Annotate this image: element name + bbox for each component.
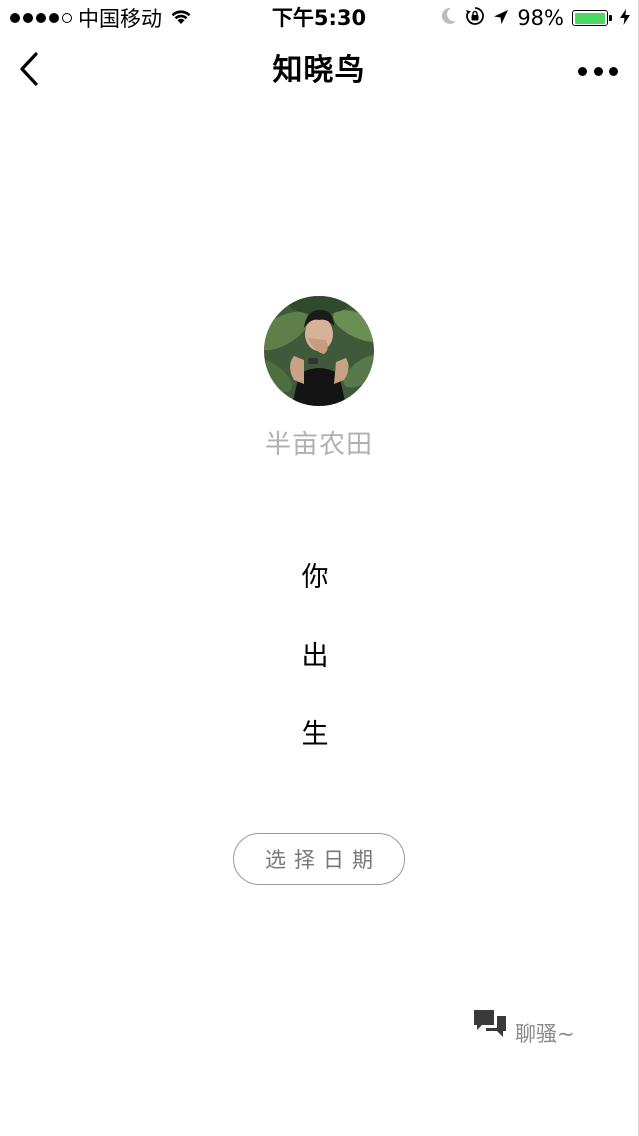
moon-icon xyxy=(441,6,457,30)
battery-body xyxy=(572,10,608,26)
battery-fill xyxy=(574,12,605,24)
rotation-lock-icon xyxy=(465,6,485,31)
user-name: 半亩农田 xyxy=(264,430,373,460)
status-right: 98% xyxy=(441,5,630,31)
more-dot xyxy=(593,66,603,76)
status-bar: 中国移动 下午5:30 98% xyxy=(0,0,638,36)
avatar[interactable] xyxy=(264,296,374,406)
battery-cap xyxy=(609,15,612,21)
chat-bubbles-icon xyxy=(472,1008,508,1044)
battery-icon xyxy=(572,10,612,26)
navigation-bar: 知晓鸟 xyxy=(0,36,638,108)
chat-label: 聊骚~ xyxy=(515,1022,575,1046)
chat-button[interactable]: 聊骚~ xyxy=(472,1008,575,1046)
more-dot xyxy=(609,66,618,76)
page-title: 知晓鸟 xyxy=(272,53,366,88)
more-options-button[interactable] xyxy=(578,58,618,84)
more-dot xyxy=(578,66,587,76)
prompt-char-2: 出 xyxy=(301,641,329,672)
prompt-char-1: 你 xyxy=(301,562,329,593)
location-arrow-icon xyxy=(493,6,509,30)
charging-bolt-icon xyxy=(620,6,630,30)
select-date-button[interactable]: 选择日期 xyxy=(233,833,405,885)
app-screen: 中国移动 下午5:30 98% 知晓鸟 半亩农田 你 出 生 选择日期 聊骚~ xyxy=(0,0,639,1136)
battery-percent: 98% xyxy=(517,6,564,30)
prompt-char-3: 生 xyxy=(301,719,329,750)
